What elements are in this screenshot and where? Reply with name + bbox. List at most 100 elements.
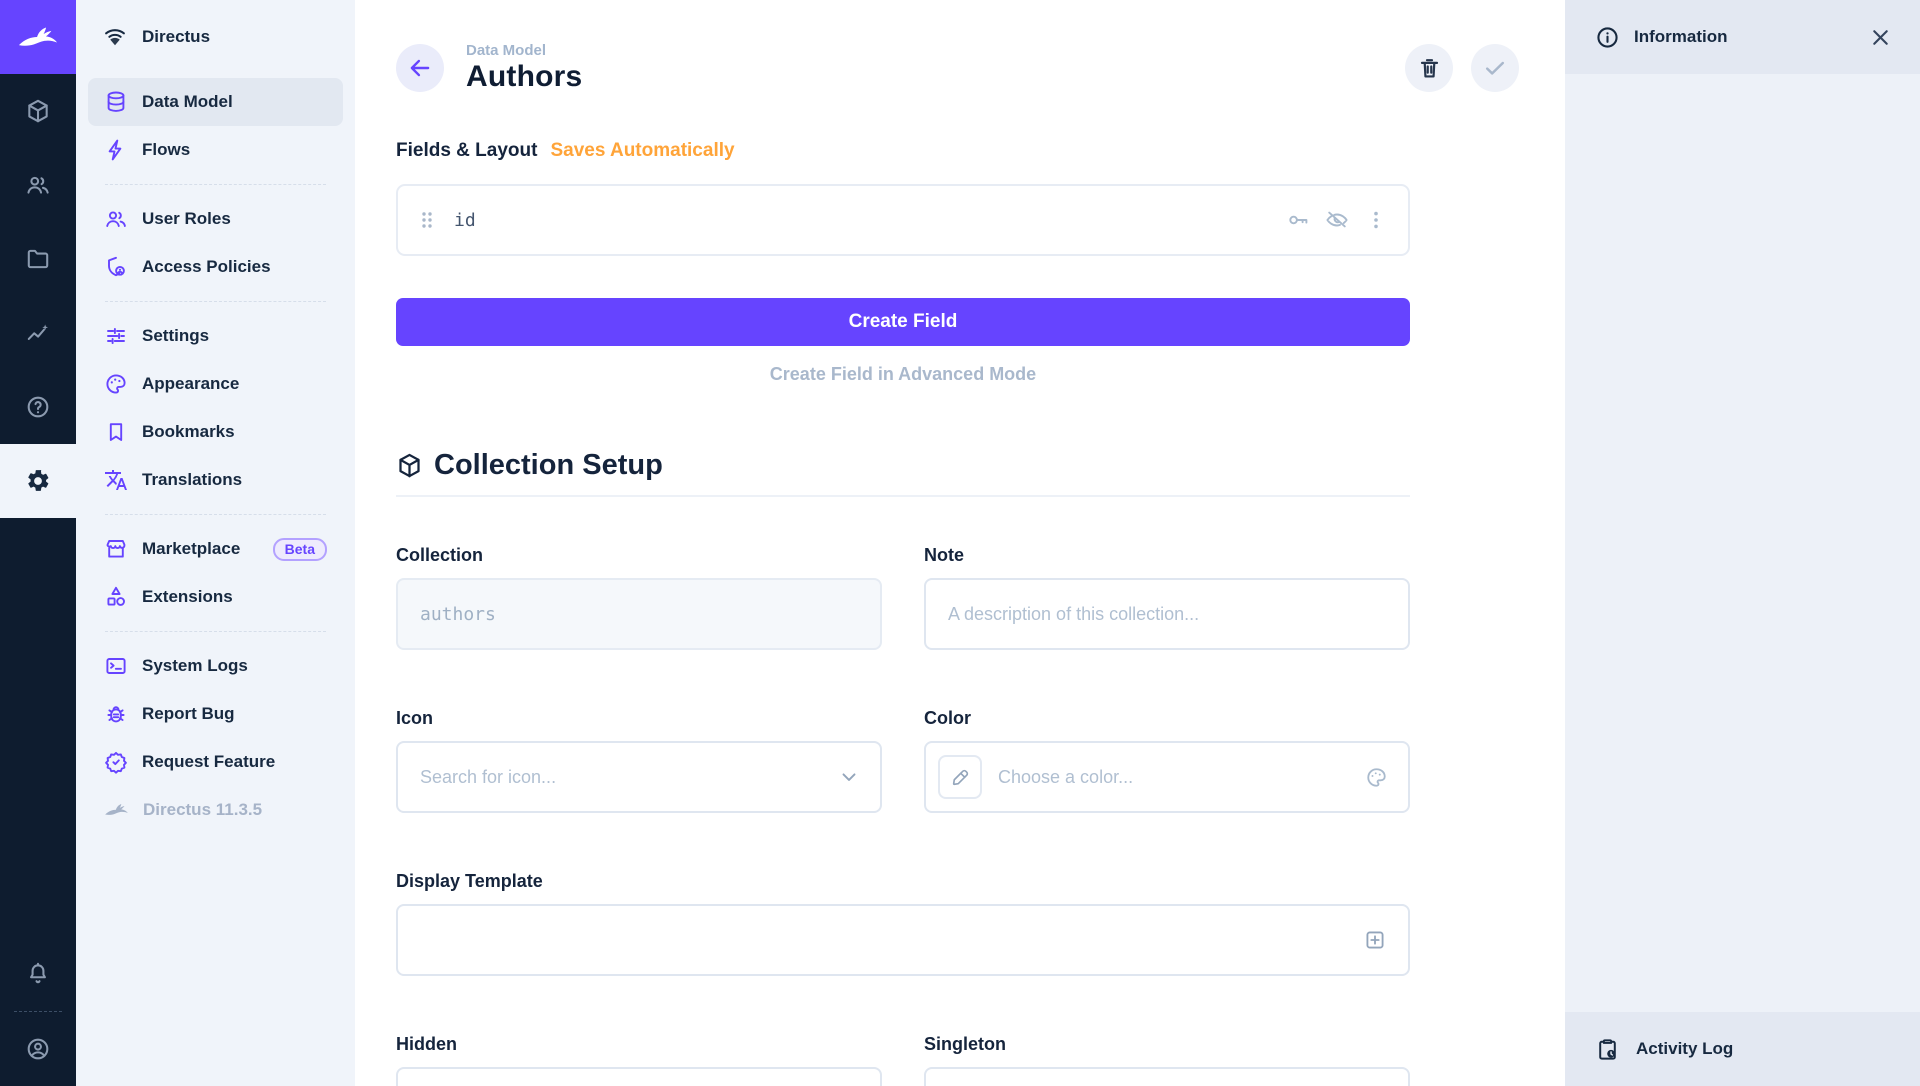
tune-icon [104, 324, 128, 348]
sidebar-item-data-model[interactable]: Data Model [88, 78, 343, 126]
singleton-input-box[interactable] [924, 1067, 1410, 1086]
display-template-input-box[interactable] [396, 904, 1410, 976]
translate-icon [104, 468, 128, 492]
delete-collection-button[interactable] [1405, 44, 1453, 92]
sidebar-item-label: Appearance [142, 374, 239, 394]
sidebar-item-marketplace[interactable]: Marketplace Beta [88, 525, 343, 573]
eyedropper-icon[interactable] [938, 755, 982, 799]
sidebar-item-label: Data Model [142, 92, 233, 112]
field-name: id [454, 210, 476, 231]
database-icon [104, 90, 128, 114]
icon-input-box[interactable] [396, 741, 882, 813]
project-header[interactable]: Directus [76, 0, 355, 74]
account-button[interactable] [0, 1012, 76, 1086]
directus-logo-button[interactable] [0, 0, 76, 74]
sidebar-item-label: Marketplace [142, 539, 240, 559]
bug-icon [104, 702, 128, 726]
nav-divider [105, 631, 326, 632]
module-insights[interactable] [0, 296, 76, 370]
display-template-field: Display Template [396, 871, 1410, 976]
close-icon[interactable] [1869, 26, 1892, 49]
trash-icon [1417, 56, 1442, 81]
module-help[interactable] [0, 370, 76, 444]
information-title: Information [1634, 27, 1728, 47]
user-roles-icon [104, 207, 128, 231]
sidebar-item-appearance[interactable]: Appearance [88, 360, 343, 408]
fields-layout-header: Fields & Layout Saves Automatically [396, 140, 1410, 162]
sidebar-item-flows[interactable]: Flows [88, 126, 343, 174]
icon-label: Icon [396, 708, 882, 729]
arrow-left-icon [407, 55, 433, 81]
nav-divider [105, 301, 326, 302]
field-row-icons [1286, 208, 1388, 232]
main-content: Data Model Authors Fields & Layout Saves… [355, 0, 1565, 1086]
sidebar-item-translations[interactable]: Translations [88, 456, 343, 504]
color-input-box[interactable] [924, 741, 1410, 813]
nav-list: Data Model Flows User Roles Access Polic… [76, 74, 355, 834]
icon-field: Icon [396, 708, 882, 813]
sidebar-item-system-logs[interactable]: System Logs [88, 642, 343, 690]
module-settings[interactable] [0, 444, 76, 518]
activity-log-button[interactable]: Activity Log [1565, 1012, 1920, 1086]
sidebar-item-access-policies[interactable]: Access Policies [88, 243, 343, 291]
collection-input-box [396, 578, 882, 650]
sidebar-item-bookmarks[interactable]: Bookmarks [88, 408, 343, 456]
users-icon [25, 172, 51, 198]
sidebar-item-label: Access Policies [142, 257, 271, 277]
create-field-button[interactable]: Create Field [396, 298, 1410, 346]
sidebar-item-request-feature[interactable]: Request Feature [88, 738, 343, 786]
shield-user-icon [104, 255, 128, 279]
display-template-input[interactable] [420, 930, 1350, 951]
note-input[interactable] [948, 604, 1388, 625]
color-input[interactable] [998, 767, 1353, 788]
collection-setup-title: Collection Setup [434, 449, 663, 482]
module-content[interactable] [0, 74, 76, 148]
create-field-advanced-link[interactable]: Create Field in Advanced Mode [396, 364, 1410, 385]
back-button[interactable] [396, 44, 444, 92]
collection-field: Collection [396, 545, 882, 650]
color-label: Color [924, 708, 1410, 729]
activity-log-label: Activity Log [1636, 1039, 1733, 1059]
icon-search-input[interactable] [420, 767, 826, 788]
note-label: Note [924, 545, 1410, 566]
module-bar [0, 0, 76, 1086]
bookmark-icon [104, 420, 128, 444]
drag-handle-icon[interactable] [420, 210, 434, 230]
singleton-field: Singleton [924, 1034, 1410, 1086]
content-column: Fields & Layout Saves Automatically id C… [396, 140, 1410, 1086]
account-circle-icon [25, 1036, 51, 1062]
module-files[interactable] [0, 222, 76, 296]
module-users[interactable] [0, 148, 76, 222]
content-box-icon [25, 98, 51, 124]
sidebar-item-report-bug[interactable]: Report Bug [88, 690, 343, 738]
field-row-id[interactable]: id [396, 184, 1410, 256]
sidebar-item-label: Translations [142, 470, 242, 490]
hidden-field: Hidden [396, 1034, 882, 1086]
note-field: Note [924, 545, 1410, 650]
sidebar-item-extensions[interactable]: Extensions [88, 573, 343, 621]
sidebar-item-label: Bookmarks [142, 422, 235, 442]
sidebar-item-user-roles[interactable]: User Roles [88, 195, 343, 243]
help-icon [25, 394, 51, 420]
check-icon [1482, 55, 1508, 81]
feature-burst-icon [104, 750, 128, 774]
terminal-icon [104, 654, 128, 678]
sidebar-item-label: Request Feature [142, 752, 275, 772]
nav-sidebar: Directus Data Model Flows User Roles [76, 0, 355, 1086]
connection-signal-icon [102, 24, 128, 50]
more-vertical-icon[interactable] [1364, 208, 1388, 232]
sidebar-item-label: Flows [142, 140, 190, 160]
add-box-icon[interactable] [1362, 927, 1388, 953]
chevron-down-icon[interactable] [838, 766, 860, 788]
form-row: Hidden Singleton [396, 1034, 1410, 1086]
nav-divider [105, 184, 326, 185]
hidden-input-box[interactable] [396, 1067, 882, 1086]
clipboard-clock-icon [1595, 1037, 1620, 1062]
sidebar-item-settings[interactable]: Settings [88, 312, 343, 360]
save-button[interactable] [1471, 44, 1519, 92]
app-version: Directus 11.3.5 [88, 786, 343, 834]
project-name: Directus [142, 27, 210, 47]
sidebar-item-label: User Roles [142, 209, 231, 229]
page-header: Data Model Authors [355, 0, 1565, 94]
notifications-button[interactable] [0, 937, 76, 1011]
